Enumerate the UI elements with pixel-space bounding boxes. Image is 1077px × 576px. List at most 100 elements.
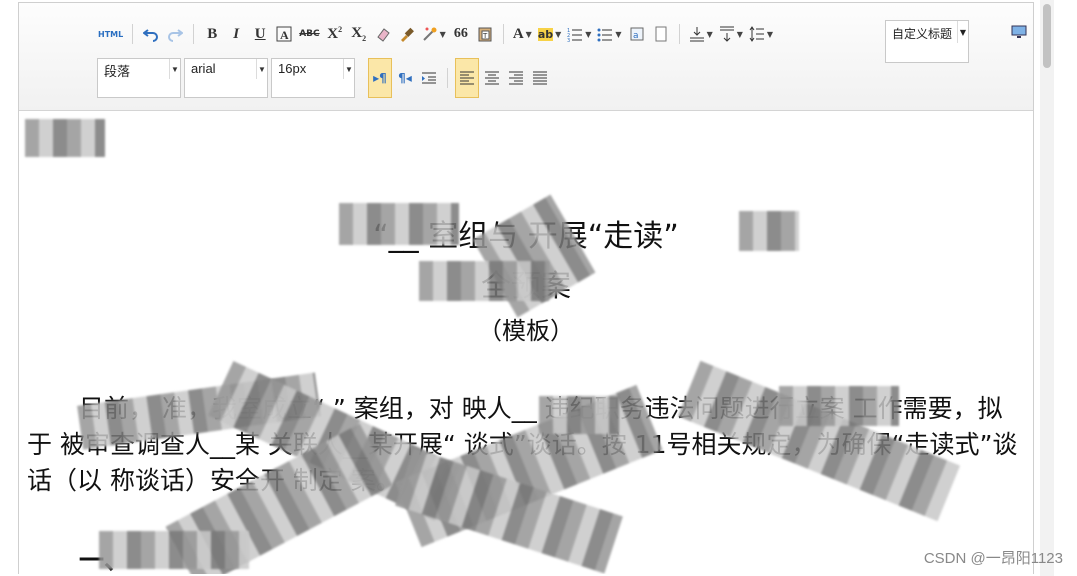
indent-icon (422, 72, 436, 84)
subscript-icon: X2 (351, 25, 367, 43)
editor-content-area[interactable]: “__ 室组与 开展“走读” 全预案 （模板） 目前， 准，我室成立“ ” 案组… (19, 111, 1033, 574)
redacted-block (779, 386, 899, 426)
paragraph-format-select[interactable]: 段落 ▼ (97, 58, 181, 98)
monitor-icon (1011, 25, 1027, 38)
row-spacing-bottom-icon (719, 26, 734, 42)
font-size-value: 16px (278, 61, 307, 76)
align-justify-button[interactable] (529, 66, 551, 90)
row-spacing-top-icon (689, 27, 704, 42)
align-center-button[interactable] (481, 66, 503, 90)
eraser-button[interactable] (372, 22, 394, 46)
insert-frame-button[interactable]: a (626, 22, 648, 46)
underline-button[interactable]: U (249, 22, 271, 46)
ordered-list-icon: 123 (567, 28, 583, 42)
editor-frame: HTML B I U A ABC X2 X2 ▼ 66 T A ▼ ab ▼ 1… (18, 2, 1034, 574)
toolbar-separator (502, 24, 504, 44)
paragraph-format-value: 段落 (104, 64, 131, 79)
line-height-icon (749, 26, 764, 42)
scrollbar-thumb[interactable] (1043, 4, 1051, 68)
fullscreen-button[interactable] (1009, 23, 1029, 41)
rtl-direction-button[interactable]: ¶◂ (394, 66, 416, 90)
chevron-down-icon: ▼ (766, 29, 774, 39)
unordered-list-icon (597, 28, 613, 42)
vertical-scrollbar[interactable] (1040, 0, 1054, 576)
ordered-list-button[interactable]: 123 ▼ (565, 22, 593, 46)
highlight-color-button[interactable]: ab ▼ (536, 22, 563, 46)
font-family-select[interactable]: arial ▼ (184, 58, 268, 98)
unordered-list-button[interactable]: ▼ (595, 22, 623, 46)
subscript-button[interactable]: X2 (348, 22, 370, 46)
chevron-down-icon: ▼ (957, 21, 968, 43)
chevron-down-icon: ▼ (343, 59, 354, 79)
ltr-direction-button[interactable]: ▸¶ (368, 58, 392, 98)
align-center-icon (485, 71, 499, 85)
toolbar-separator (193, 24, 195, 44)
align-left-button[interactable] (455, 58, 479, 98)
superscript-button[interactable]: X2 (324, 22, 346, 46)
underline-label: U (254, 25, 266, 42)
font-border-icon: A (276, 26, 292, 42)
chevron-down-icon: ▼ (439, 29, 446, 39)
font-color-button[interactable]: A ▼ (511, 22, 534, 46)
chevron-down-icon: ▼ (525, 29, 532, 39)
align-left-icon (460, 71, 474, 85)
strikethrough-button[interactable]: ABC (297, 22, 321, 46)
redo-button[interactable] (164, 22, 186, 46)
toolbar-separator (678, 24, 680, 44)
custom-title-value: 自定义标题 (892, 27, 953, 41)
font-family-value: arial (191, 61, 216, 76)
undo-button[interactable] (140, 22, 162, 46)
clipboard-icon: T (478, 27, 492, 42)
font-color-icon: A (512, 25, 524, 42)
align-right-icon (509, 71, 523, 85)
undo-icon (143, 29, 159, 42)
svg-text:a: a (633, 31, 639, 41)
toolbar-separator (447, 68, 448, 88)
font-border-button[interactable]: A (273, 22, 295, 46)
ltr-direction-icon: ▸¶ (373, 71, 387, 85)
editor-toolbar: HTML B I U A ABC X2 X2 ▼ 66 T A ▼ ab ▼ 1… (19, 3, 1033, 111)
italic-label: I (233, 25, 240, 42)
magic-wand-icon (422, 27, 437, 41)
chevron-down-icon: ▼ (615, 29, 622, 39)
redo-icon (168, 29, 184, 42)
redacted-block (25, 119, 105, 157)
blockquote-button[interactable]: 66 (450, 22, 472, 46)
redacted-block (419, 261, 549, 301)
quote-icon: 66 (453, 26, 468, 41)
chevron-down-icon: ▼ (169, 59, 180, 79)
svg-text:3: 3 (567, 38, 570, 42)
row-spacing-bottom-button[interactable]: ▼ (717, 22, 745, 46)
italic-button[interactable]: I (225, 22, 247, 46)
indent-button[interactable] (418, 66, 440, 90)
toolbar-separator (132, 24, 134, 44)
line-height-button[interactable]: ▼ (747, 22, 775, 46)
autotypeset-button[interactable]: ▼ (420, 22, 448, 46)
format-painter-button[interactable] (396, 22, 418, 46)
clear-document-button[interactable] (650, 22, 672, 46)
align-right-button[interactable] (505, 66, 527, 90)
row-spacing-top-button[interactable]: ▼ (687, 22, 715, 46)
rtl-direction-icon: ¶◂ (398, 71, 412, 85)
bold-button[interactable]: B (201, 22, 223, 46)
chevron-down-icon: ▼ (736, 29, 743, 39)
brush-icon (400, 27, 414, 42)
toolbar-row-2: 段落 ▼ arial ▼ 16px ▼ ▸¶ ¶◂ (97, 58, 552, 98)
font-size-select[interactable]: 16px ▼ (271, 58, 355, 98)
paste-plain-button[interactable]: T (474, 22, 496, 46)
watermark: CSDN @一昂阳1123 (923, 550, 1063, 567)
chevron-down-icon: ▼ (706, 29, 713, 39)
frame-icon: a (630, 27, 644, 41)
chevron-down-icon: ▼ (256, 59, 267, 79)
custom-title-select[interactable]: 自定义标题 ▼ (885, 20, 969, 63)
blank-page-icon (655, 26, 667, 42)
bold-label: B (207, 25, 218, 42)
html-label: HTML (98, 29, 124, 39)
redacted-block (539, 396, 619, 434)
superscript-icon: X2 (327, 25, 343, 42)
redacted-block (339, 203, 459, 245)
chevron-down-icon: ▼ (555, 29, 562, 39)
redacted-block (99, 531, 249, 569)
html-source-button[interactable]: HTML (96, 22, 125, 46)
strikethrough-label: ABC (299, 29, 320, 39)
